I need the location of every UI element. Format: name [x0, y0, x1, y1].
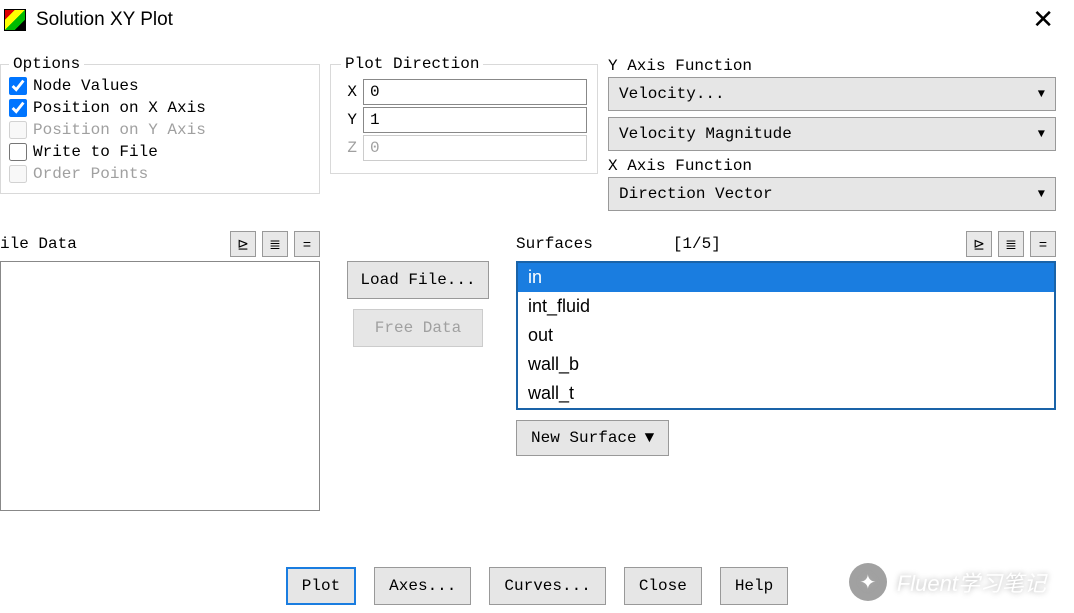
app-icon [4, 9, 26, 31]
chevron-down-icon: ▼ [1038, 127, 1045, 141]
axes-button[interactable]: Axes... [374, 567, 471, 605]
axes-button-label: Axes... [389, 577, 456, 595]
close-icon[interactable]: ✕ [1022, 4, 1064, 35]
y-axis-category-dropdown[interactable]: Velocity... ▼ [608, 77, 1056, 111]
file-data-listbox[interactable] [0, 261, 320, 511]
surfaces-label: Surfaces [516, 235, 593, 253]
position-y-label: Position on Y Axis [33, 121, 206, 139]
plotdir-z-input [363, 135, 587, 161]
filedata-deselect-icon[interactable]: = [294, 231, 320, 257]
write-file-checkbox[interactable] [9, 143, 27, 161]
filedata-selectall-icon[interactable]: ≣ [262, 231, 288, 257]
load-file-label: Load File... [360, 271, 475, 289]
filedata-filter-icon[interactable]: ⊵ [230, 231, 256, 257]
plot-direction-legend: Plot Direction [341, 55, 483, 73]
plotdir-z-label: Z [341, 139, 357, 157]
help-button[interactable]: Help [720, 567, 788, 605]
y-axis-label: Y Axis Function [608, 57, 1056, 75]
y-axis-variable-value: Velocity Magnitude [619, 125, 792, 143]
x-axis-dropdown[interactable]: Direction Vector ▼ [608, 177, 1056, 211]
options-legend: Options [9, 55, 84, 73]
list-item[interactable]: wall_b [518, 350, 1054, 379]
file-data-label: ile Data [0, 235, 77, 253]
surfaces-count: [1/5] [673, 235, 721, 253]
window-title: Solution XY Plot [36, 9, 173, 31]
position-x-label: Position on X Axis [33, 99, 206, 117]
x-axis-label: X Axis Function [608, 157, 1056, 175]
close-button-label: Close [639, 577, 687, 595]
plotdir-y-label: Y [341, 111, 357, 129]
close-button[interactable]: Close [624, 567, 702, 605]
chevron-down-icon: ▼ [645, 429, 655, 447]
load-file-button[interactable]: Load File... [347, 261, 488, 299]
chevron-down-icon: ▼ [1038, 187, 1045, 201]
curves-button-label: Curves... [504, 577, 590, 595]
order-points-label: Order Points [33, 165, 148, 183]
position-x-checkbox[interactable] [9, 99, 27, 117]
list-item[interactable]: in [518, 263, 1054, 292]
plotdir-x-label: X [341, 83, 357, 101]
plot-button-label: Plot [302, 577, 340, 595]
list-item[interactable]: wall_t [518, 379, 1054, 408]
plotdir-y-input[interactable] [363, 107, 587, 133]
plotdir-x-input[interactable] [363, 79, 587, 105]
node-values-label: Node Values [33, 77, 139, 95]
node-values-checkbox[interactable] [9, 77, 27, 95]
order-points-checkbox [9, 165, 27, 183]
options-group: Options Node Values Position on X Axis P… [0, 55, 320, 194]
surfaces-selectall-icon[interactable]: ≣ [998, 231, 1024, 257]
help-button-label: Help [735, 577, 773, 595]
new-surface-label: New Surface [531, 429, 637, 447]
surfaces-deselect-icon[interactable]: = [1030, 231, 1056, 257]
new-surface-button[interactable]: New Surface ▼ [516, 420, 669, 456]
plot-direction-group: Plot Direction X Y Z [330, 55, 598, 174]
free-data-button: Free Data [353, 309, 483, 347]
plot-button[interactable]: Plot [286, 567, 356, 605]
y-axis-variable-dropdown[interactable]: Velocity Magnitude ▼ [608, 117, 1056, 151]
free-data-label: Free Data [375, 319, 461, 337]
curves-button[interactable]: Curves... [489, 567, 605, 605]
list-item[interactable]: int_fluid [518, 292, 1054, 321]
surfaces-filter-icon[interactable]: ⊵ [966, 231, 992, 257]
surfaces-listbox[interactable]: in int_fluid out wall_b wall_t [516, 261, 1056, 410]
y-axis-category-value: Velocity... [619, 85, 725, 103]
chevron-down-icon: ▼ [1038, 87, 1045, 101]
position-y-checkbox [9, 121, 27, 139]
x-axis-value: Direction Vector [619, 185, 773, 203]
write-file-label: Write to File [33, 143, 158, 161]
list-item[interactable]: out [518, 321, 1054, 350]
